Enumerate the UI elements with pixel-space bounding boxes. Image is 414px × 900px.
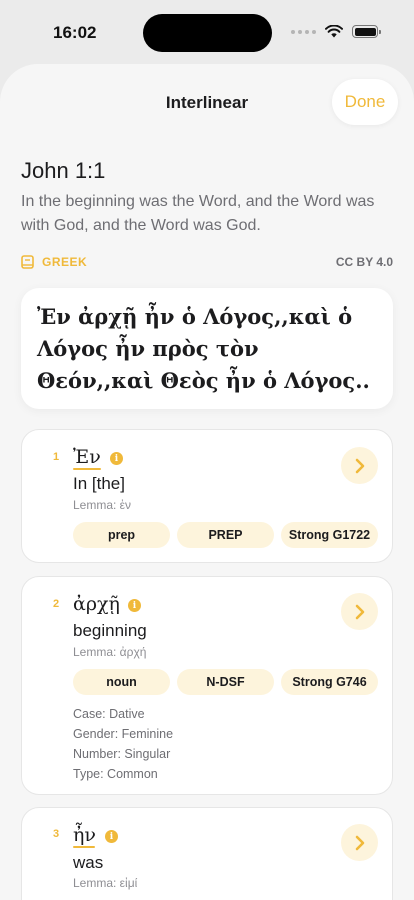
chevron-right-icon[interactable]: [341, 593, 378, 630]
tag-pill: Strong G1722: [281, 522, 378, 548]
chevron-right-icon[interactable]: [341, 447, 378, 484]
morphology-list: Case: Dative Gender: Feminine Number: Si…: [73, 704, 173, 784]
verse-english: In the beginning was the Word, and the W…: [21, 193, 375, 234]
word-lemma: Lemma: ἀρχή: [73, 645, 147, 659]
word-greek: Ἐν: [73, 446, 101, 468]
status-icons: [291, 25, 381, 38]
tag-pill: noun: [73, 669, 170, 695]
word-lemma: Lemma: εἰμί: [73, 876, 138, 890]
done-button[interactable]: Done: [332, 79, 398, 125]
word-underline: [73, 468, 101, 470]
word-number: 1: [53, 451, 60, 463]
book-icon: [21, 255, 34, 269]
license-label: CC BY 4.0: [335, 255, 393, 269]
signal-icon: [291, 29, 316, 34]
battery-icon: [352, 25, 381, 38]
greek-verse-text: Ἐν ἀρχῇ ἦν ὁ Λόγος,,καὶ ὁ Λόγος ἦν πρὸς …: [37, 304, 370, 393]
wifi-icon: [325, 25, 343, 38]
morphology-gender: Gender: Feminine: [73, 727, 174, 741]
tag-list: noun N-DSF Strong G746: [73, 669, 378, 695]
tag-pill: PREP: [177, 522, 274, 548]
word-gloss: In [the]: [73, 474, 125, 493]
morphology-type: Type: Common: [73, 767, 158, 781]
word-number: 2: [53, 598, 60, 610]
status-bar: 16:02: [0, 0, 414, 64]
word-card[interactable]: 2 ἀρχῇ i beginning Lemma: ἀρχή noun N-DS…: [21, 576, 393, 795]
interlinear-sheet: Interlinear Done John 1:1 In the beginni…: [0, 64, 414, 900]
word-underline: [73, 846, 95, 848]
word-gloss: was: [73, 853, 104, 872]
info-icon[interactable]: i: [105, 830, 118, 843]
word-card[interactable]: 3 ἦν i was Lemma: εἰμί: [21, 807, 393, 900]
dynamic-island: [143, 14, 272, 52]
word-lemma: Lemma: ἐν: [73, 498, 132, 512]
word-card[interactable]: 1 Ἐν i In [the] Lemma: ἐν prep PREP Stro…: [21, 429, 393, 563]
tag-list: prep PREP Strong G1722: [73, 522, 378, 548]
morphology-case: Case: Dative: [73, 707, 145, 721]
status-time: 16:02: [53, 23, 97, 42]
chevron-right-icon[interactable]: [341, 824, 378, 861]
word-greek: ἀρχῇ: [73, 593, 120, 615]
morphology-number: Number: Singular: [73, 747, 171, 761]
language-row: GREEK CC BY 4.0: [21, 253, 393, 271]
word-gloss: beginning: [73, 621, 147, 640]
greek-verse-card: Ἐν ἀρχῇ ἦν ὁ Λόγος,,καὶ ὁ Λόγος ἦν πρὸς …: [21, 288, 393, 409]
info-icon[interactable]: i: [128, 599, 141, 612]
language-label: GREEK: [42, 255, 88, 269]
tag-pill: Strong G746: [281, 669, 378, 695]
word-number: 3: [53, 828, 60, 840]
tag-pill: N-DSF: [177, 669, 274, 695]
word-greek: ἦν: [73, 824, 96, 846]
info-icon[interactable]: i: [110, 452, 123, 465]
tag-pill: prep: [73, 522, 170, 548]
verse-reference: John 1:1: [21, 158, 106, 183]
